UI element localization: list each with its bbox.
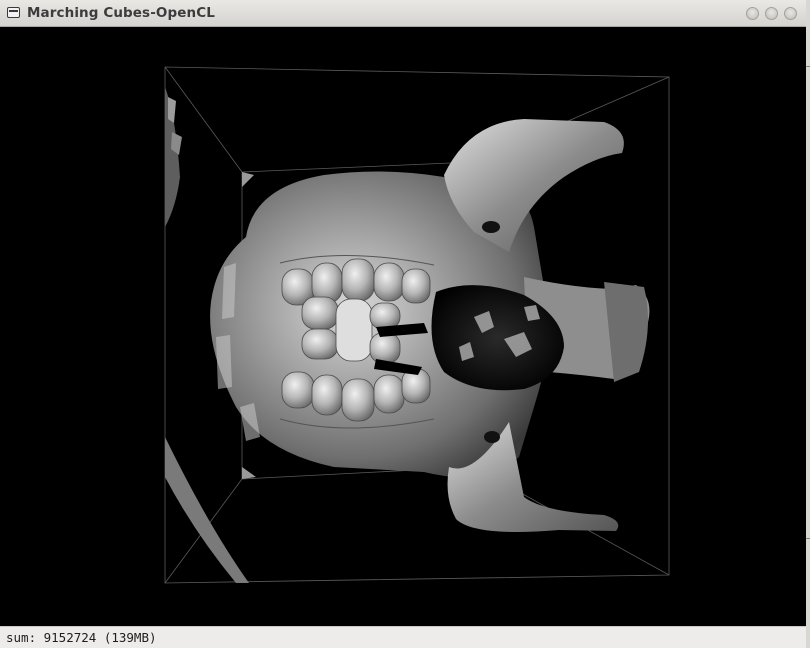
window-icon[interactable]: [7, 7, 20, 18]
background-window-edge: [806, 0, 810, 648]
application-window: Marching Cubes-OpenCL sum: 9152724 (139M…: [0, 0, 807, 648]
minimize-button[interactable]: [746, 7, 759, 20]
skull-mesh: [210, 119, 650, 532]
maximize-button[interactable]: [765, 7, 778, 20]
edge-mark: [806, 538, 810, 539]
render-viewport[interactable]: [4, 27, 802, 626]
edge-mark: [806, 66, 810, 67]
render-canvas: [164, 66, 670, 584]
close-button[interactable]: [784, 7, 797, 20]
status-bar: sum: 9152724 (139MB): [0, 626, 806, 648]
status-text: sum: 9152724 (139MB): [6, 630, 157, 645]
window-title: Marching Cubes-OpenCL: [27, 5, 215, 21]
title-bar[interactable]: Marching Cubes-OpenCL: [0, 0, 806, 27]
